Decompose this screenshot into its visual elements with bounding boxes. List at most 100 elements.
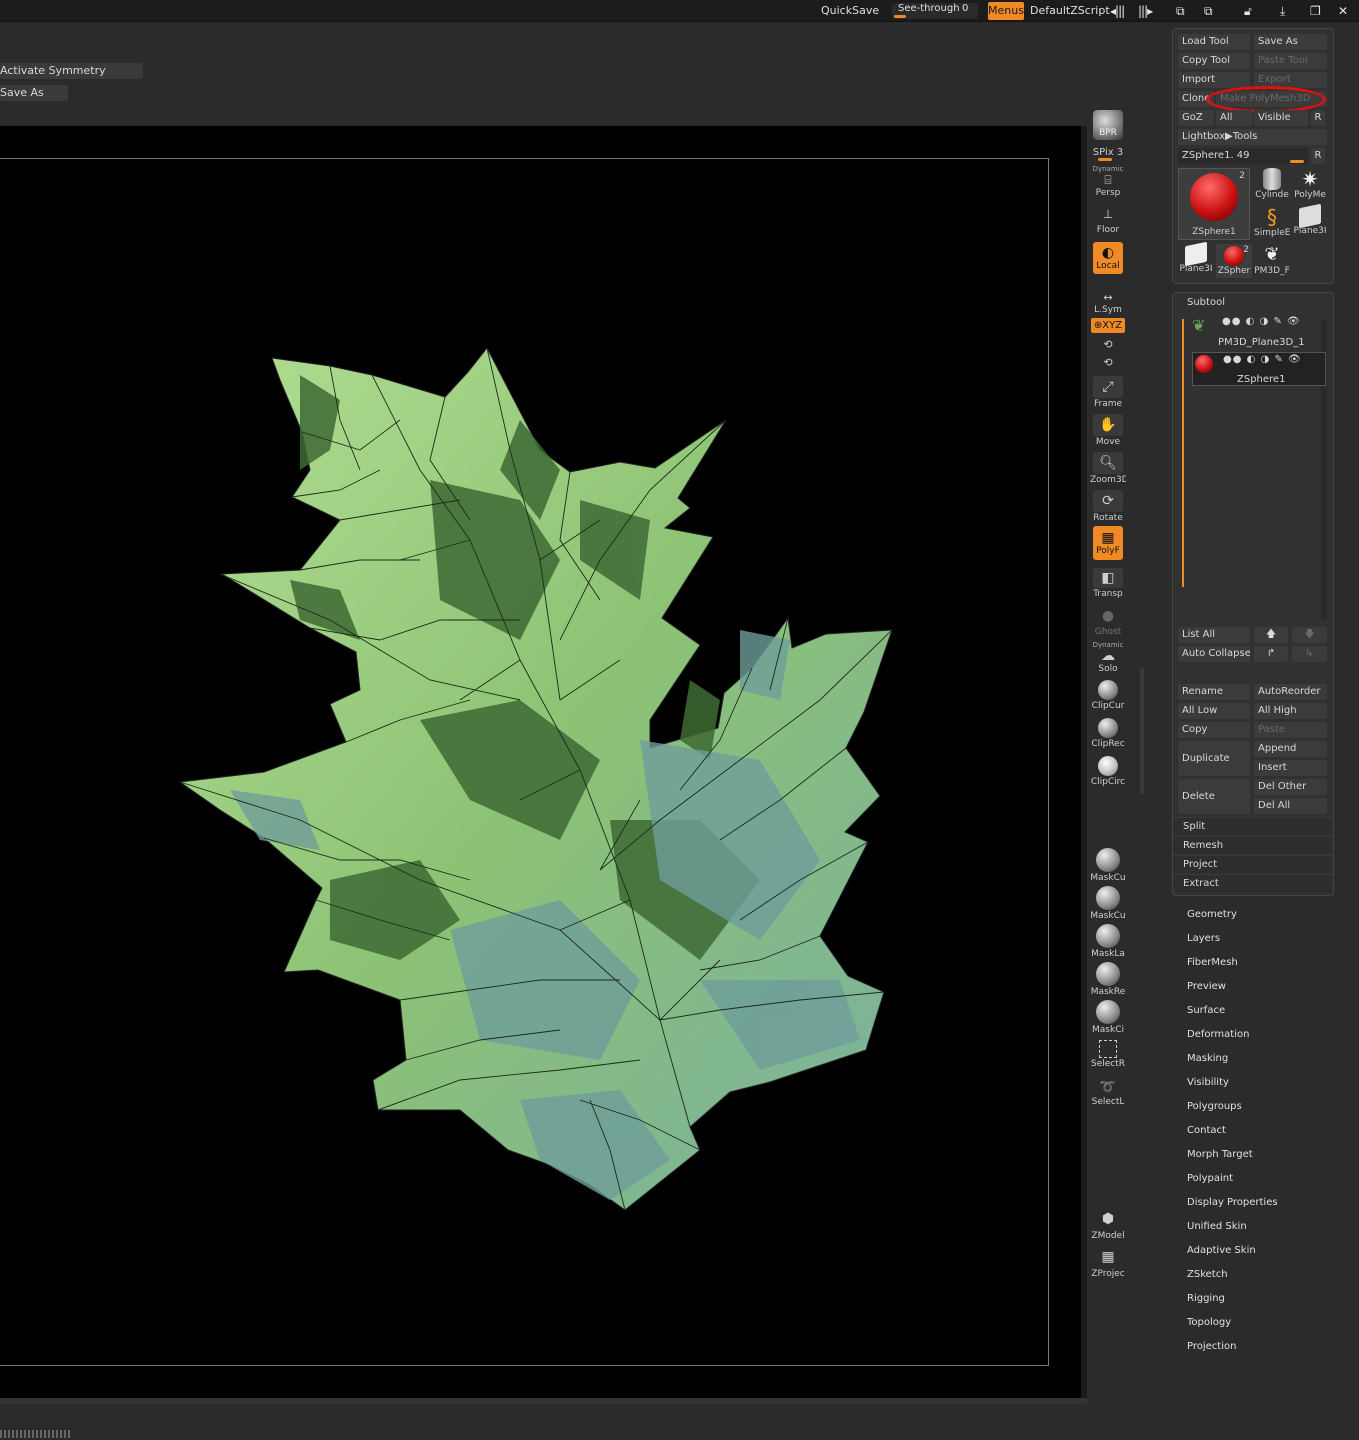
move-button[interactable]: ✋ Move <box>1090 414 1126 447</box>
menu-item-zsketch[interactable]: ZSketch <box>1187 1269 1228 1280</box>
tool-thumb-plane3d[interactable]: Plane3I <box>1292 203 1328 240</box>
maskre-button[interactable]: MaskRe <box>1090 962 1126 997</box>
clipcirc-button[interactable]: ClipCirc <box>1090 756 1126 787</box>
goz-visible-button[interactable]: Visible <box>1254 110 1308 126</box>
remesh-section[interactable]: Remesh <box>1173 836 1333 854</box>
menu-item-masking[interactable]: Masking <box>1187 1053 1228 1064</box>
menu-item-display-properties[interactable]: Display Properties <box>1187 1197 1278 1208</box>
layout-icon[interactable]: ⧉ <box>1176 4 1185 18</box>
zmodel-button[interactable]: ⬢ ZModel <box>1090 1208 1126 1241</box>
tool-thumb-zsphere[interactable]: 2 ZSpher <box>1216 244 1252 278</box>
del-other-button[interactable]: Del Other <box>1254 779 1327 795</box>
split-section[interactable]: Split <box>1173 817 1333 835</box>
scroll-right-icon[interactable]: |||▸ <box>1138 4 1153 18</box>
bpr-button[interactable]: BPR <box>1090 110 1126 140</box>
import-button[interactable]: Import <box>1178 72 1250 88</box>
minimize-icon[interactable]: ⤓ <box>1280 4 1285 18</box>
menu-item-fibermesh[interactable]: FiberMesh <box>1187 957 1238 968</box>
floor-button[interactable]: ⊥ Floor <box>1090 204 1126 235</box>
arrow-turn-icon[interactable]: ↱ <box>1254 646 1288 662</box>
del-all-button[interactable]: Del All <box>1254 798 1327 814</box>
activate-symmetry-button[interactable]: Activate Symmetry <box>0 63 143 79</box>
solo-button[interactable]: Dynamic ☁ Solo <box>1090 640 1126 674</box>
tool-r-button[interactable]: R <box>1311 148 1325 164</box>
rotate-y-icon[interactable]: ⟲ <box>1090 338 1126 351</box>
default-zscript-button[interactable]: DefaultZScript <box>1030 4 1110 17</box>
menu-item-rigging[interactable]: Rigging <box>1187 1293 1225 1304</box>
project-section[interactable]: Project <box>1173 855 1333 873</box>
lsym-button[interactable]: ↔ L.Sym <box>1090 290 1126 316</box>
menu-item-projection[interactable]: Projection <box>1187 1341 1236 1352</box>
see-through-slider[interactable]: See-through 0 <box>892 3 978 19</box>
menu-item-morph-target[interactable]: Morph Target <box>1187 1149 1253 1160</box>
duplicate-button[interactable]: Duplicate <box>1178 741 1250 776</box>
autoreorder-button[interactable]: AutoReorder <box>1254 684 1327 700</box>
maskla-button[interactable]: MaskLa <box>1090 924 1126 959</box>
extract-section[interactable]: Extract <box>1173 874 1333 892</box>
insert-button[interactable]: Insert <box>1254 760 1327 776</box>
tool-thumb-zsphere1[interactable]: 2 ZSphere1 <box>1178 168 1250 240</box>
auto-collapse-button[interactable]: Auto Collapse <box>1178 646 1250 662</box>
save-as-button[interactable]: Save As <box>1254 34 1327 50</box>
quicksave-button[interactable]: QuickSave <box>821 4 879 17</box>
restore-icon[interactable]: ❐ <box>1310 4 1321 18</box>
rotate-button[interactable]: ⟳ Rotate <box>1090 490 1126 523</box>
close-icon[interactable]: ✕ <box>1338 4 1348 18</box>
arrow-return-icon[interactable]: ↳ <box>1292 646 1327 662</box>
rename-button[interactable]: Rename <box>1178 684 1250 700</box>
maskcu1-button[interactable]: MaskCu <box>1090 848 1126 883</box>
tool-thumb-simplebrush[interactable]: § SimpleE <box>1254 206 1290 240</box>
menu-item-contact[interactable]: Contact <box>1187 1125 1226 1136</box>
xyz-button[interactable]: ⊕XYZ <box>1090 318 1126 333</box>
subtool-toggles[interactable]: ●● ◐ ◑ ✎ 👁︎ <box>1223 354 1302 365</box>
save-as-button-left[interactable]: Save As <box>0 85 68 101</box>
rotate-z-icon[interactable]: ⟲ <box>1090 356 1126 369</box>
selectl-button[interactable]: ➰ SelectL <box>1090 1078 1126 1108</box>
all-low-button[interactable]: All Low <box>1178 703 1250 719</box>
append-button[interactable]: Append <box>1254 741 1327 757</box>
menu-item-polygroups[interactable]: Polygroups <box>1187 1101 1242 1112</box>
current-tool-slider[interactable]: ZSphere1. 49 <box>1178 148 1308 164</box>
tool-thumb-cylinder[interactable]: Cylinde <box>1254 168 1290 202</box>
tool-thumb-plane3d-2[interactable]: Plane3I <box>1178 241 1214 278</box>
subtool-toggles[interactable]: ●● ◐ ◑ ✎ 👁︎ <box>1222 316 1301 327</box>
bottom-resize-handle[interactable] <box>0 1430 72 1438</box>
menu-item-surface[interactable]: Surface <box>1187 1005 1225 1016</box>
menus-toggle[interactable]: Menus <box>988 2 1024 20</box>
zproject-button[interactable]: ▦ ZProjec <box>1090 1246 1126 1279</box>
paste-tool-button[interactable]: Paste Tool <box>1254 53 1327 69</box>
leaf-mesh[interactable] <box>0 126 1081 1398</box>
subtool-title[interactable]: Subtool <box>1187 297 1225 308</box>
menu-item-preview[interactable]: Preview <box>1187 981 1226 992</box>
polyf-button[interactable]: ▦ PolyF <box>1090 526 1126 560</box>
goz-button[interactable]: GoZ <box>1178 110 1214 126</box>
goz-all-button[interactable]: All <box>1216 110 1252 126</box>
menu-item-geometry[interactable]: Geometry <box>1187 909 1237 920</box>
layout-toggle-icon[interactable]: ⧉ <box>1204 4 1213 18</box>
zoom3d-button[interactable]: 🔍︎ Zoom3D <box>1090 452 1126 485</box>
maskcu2-button[interactable]: MaskCu <box>1090 886 1126 921</box>
subtool-item-selected[interactable]: ●● ◐ ◑ ✎ 👁︎ ZSphere1 <box>1192 352 1326 386</box>
transp-button[interactable]: ◧ Transp <box>1090 568 1126 599</box>
copy-button[interactable]: Copy <box>1178 722 1250 738</box>
selectr-button[interactable]: SelectR <box>1090 1040 1126 1069</box>
local-button[interactable]: ◐ Local <box>1090 242 1126 274</box>
shelf-scrollbar[interactable] <box>1140 668 1144 794</box>
menu-item-topology[interactable]: Topology <box>1187 1317 1231 1328</box>
tool-thumb-pm3d[interactable]: ❦ PM3D_F <box>1254 244 1290 278</box>
menu-item-polypaint[interactable]: Polypaint <box>1187 1173 1233 1184</box>
move-up-icon[interactable]: 🡅 <box>1254 627 1288 643</box>
menu-item-adaptive-skin[interactable]: Adaptive Skin <box>1187 1245 1256 1256</box>
goz-r-button[interactable]: R <box>1311 110 1325 126</box>
menu-item-unified-skin[interactable]: Unified Skin <box>1187 1221 1247 1232</box>
load-tool-button[interactable]: Load Tool <box>1178 34 1250 50</box>
ghost-button[interactable]: ● Ghost <box>1090 606 1126 637</box>
frame-button[interactable]: ⤢ Frame <box>1090 376 1126 409</box>
menu-item-layers[interactable]: Layers <box>1187 933 1220 944</box>
lightbox-tools-button[interactable]: Lightbox▶Tools <box>1178 129 1327 145</box>
paste-button[interactable]: Paste <box>1254 722 1327 738</box>
subtool-item[interactable]: ❦ ●● ◐ ◑ ✎ 👁︎ PM3D_Plane3D_1 <box>1192 316 1326 350</box>
maskci-button[interactable]: MaskCi <box>1090 1000 1126 1035</box>
menu-item-deformation[interactable]: Deformation <box>1187 1029 1249 1040</box>
cliprec-button[interactable]: ClipRec <box>1090 718 1126 749</box>
